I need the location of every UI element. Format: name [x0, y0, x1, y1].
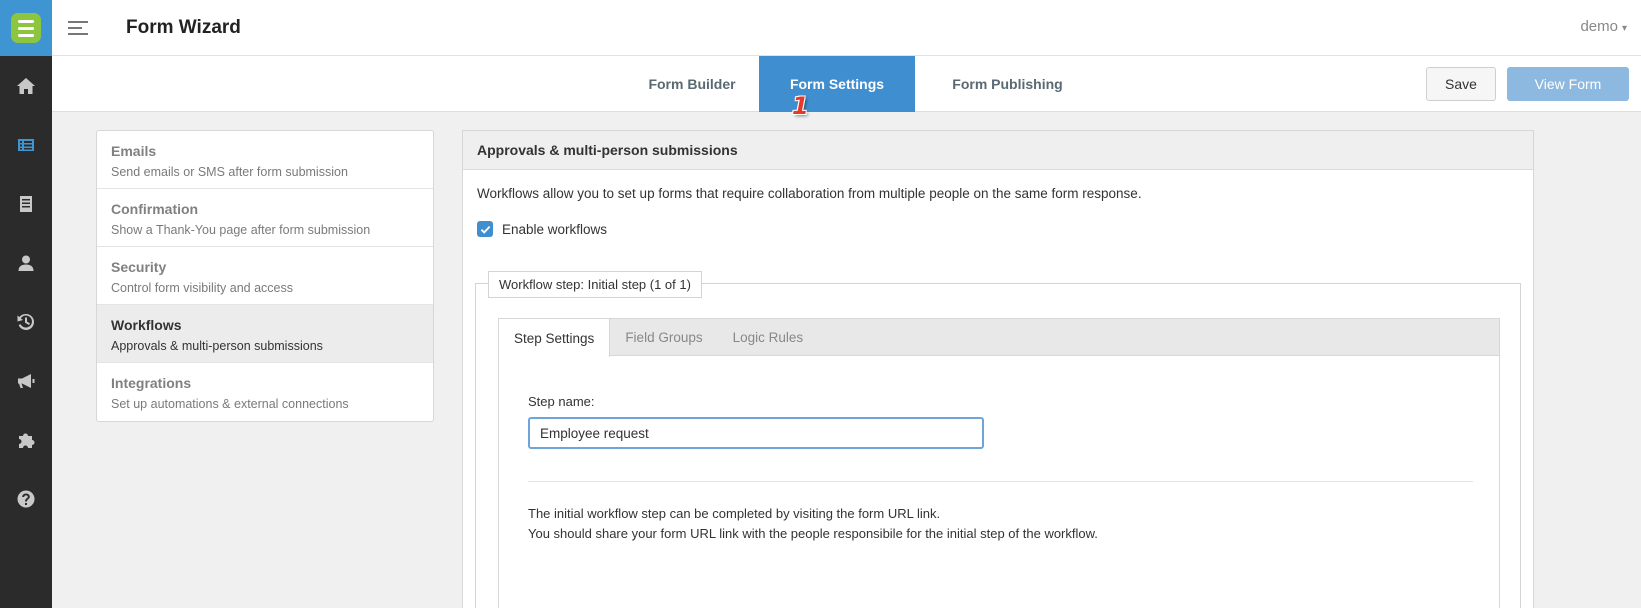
settings-menu: Emails Send emails or SMS after form sub…	[96, 130, 434, 422]
step-note-line: The initial workflow step can be complet…	[528, 506, 941, 521]
workflow-step-legend: Workflow step: Initial step (1 of 1)	[488, 271, 702, 298]
tab-form-publishing[interactable]: Form Publishing	[915, 56, 1100, 112]
forms-list-icon	[18, 138, 34, 151]
user-name: demo	[1580, 18, 1618, 35]
step-note-line: You should share your form URL link with…	[528, 526, 1098, 541]
nav-help[interactable]	[0, 469, 52, 528]
user-icon	[18, 255, 34, 271]
enable-workflows-checkbox[interactable]	[477, 221, 493, 237]
sidebar-toggle-icon[interactable]	[68, 20, 90, 35]
sidebar-item-desc: Send emails or SMS after form submission	[111, 165, 348, 179]
sidebar-item-desc: Set up automations & external connection…	[111, 397, 349, 411]
top-header: Form Wizard demo ▾	[52, 0, 1641, 56]
nav-history[interactable]	[0, 292, 52, 351]
form-tabs: Form Builder Form Settings Form Publishi…	[52, 56, 1641, 112]
tab-form-builder[interactable]: Form Builder	[612, 56, 772, 112]
workflow-step-fieldset: Workflow step: Initial step (1 of 1) Ste…	[475, 271, 1521, 608]
step-tabs-box: Step Settings Field Groups Logic Rules S…	[498, 318, 1500, 608]
logo-icon	[11, 13, 41, 43]
home-icon	[17, 77, 35, 94]
app-logo[interactable]	[0, 0, 52, 56]
tab-form-settings[interactable]: Form Settings	[759, 56, 915, 112]
enable-workflows-row[interactable]: Enable workflows	[477, 221, 607, 237]
help-icon	[17, 490, 35, 507]
sidebar-item-title: Workflows	[111, 317, 182, 333]
sidebar-item-title: Emails	[111, 143, 157, 159]
view-form-button[interactable]: View Form	[1507, 67, 1629, 101]
puzzle-icon	[19, 433, 35, 448]
annotation-marker: 1	[792, 92, 809, 120]
save-button[interactable]: Save	[1426, 67, 1496, 101]
sidebar-item-workflows[interactable]: Workflows Approvals & multi-person submi…	[97, 305, 433, 363]
sidebar-item-title: Confirmation	[111, 201, 199, 217]
tab-logic-rules[interactable]: Logic Rules	[718, 319, 819, 356]
enable-workflows-label: Enable workflows	[502, 221, 608, 237]
checkmark-icon	[480, 225, 490, 234]
sidebar-item-desc: Approvals & multi-person submissions	[111, 339, 323, 353]
nav-documents[interactable]	[0, 174, 52, 233]
left-nav	[0, 0, 52, 608]
nav-forms[interactable]	[0, 115, 52, 174]
sidebar-item-emails[interactable]: Emails Send emails or SMS after form sub…	[97, 131, 433, 189]
step-note: The initial workflow step can be complet…	[528, 504, 1098, 544]
nav-home[interactable]	[0, 56, 52, 115]
sidebar-item-confirmation[interactable]: Confirmation Show a Thank-You page after…	[97, 189, 433, 247]
workflows-panel: Approvals & multi-person submissions Wor…	[462, 130, 1534, 608]
step-name-label: Step name:	[528, 394, 595, 409]
sidebar-item-title: Security	[111, 259, 167, 275]
page-title: Form Wizard	[126, 16, 241, 38]
step-subtabs: Step Settings Field Groups Logic Rules	[499, 319, 1499, 357]
caret-down-icon: ▾	[1621, 23, 1627, 34]
user-menu[interactable]: demo ▾	[1580, 18, 1627, 35]
workflows-intro: Workflows allow you to set up forms that…	[477, 186, 1142, 201]
nav-announcements[interactable]	[0, 351, 52, 410]
megaphone-icon	[18, 373, 35, 388]
sidebar-item-desc: Control form visibility and access	[111, 281, 294, 295]
panel-title: Approvals & multi-person submissions	[463, 131, 1533, 170]
divider	[528, 481, 1473, 482]
tab-field-groups[interactable]: Field Groups	[610, 319, 717, 356]
nav-integrations[interactable]	[0, 410, 52, 469]
history-icon	[17, 313, 35, 330]
sidebar-item-integrations[interactable]: Integrations Set up automations & extern…	[97, 363, 433, 421]
tab-step-settings[interactable]: Step Settings	[499, 319, 611, 357]
step-name-input[interactable]	[528, 417, 984, 449]
sidebar-item-title: Integrations	[111, 375, 192, 391]
document-icon	[20, 195, 32, 212]
sidebar-item-security[interactable]: Security Control form visibility and acc…	[97, 247, 433, 305]
sidebar-item-desc: Show a Thank-You page after form submiss…	[111, 223, 371, 237]
nav-users[interactable]	[0, 233, 52, 292]
